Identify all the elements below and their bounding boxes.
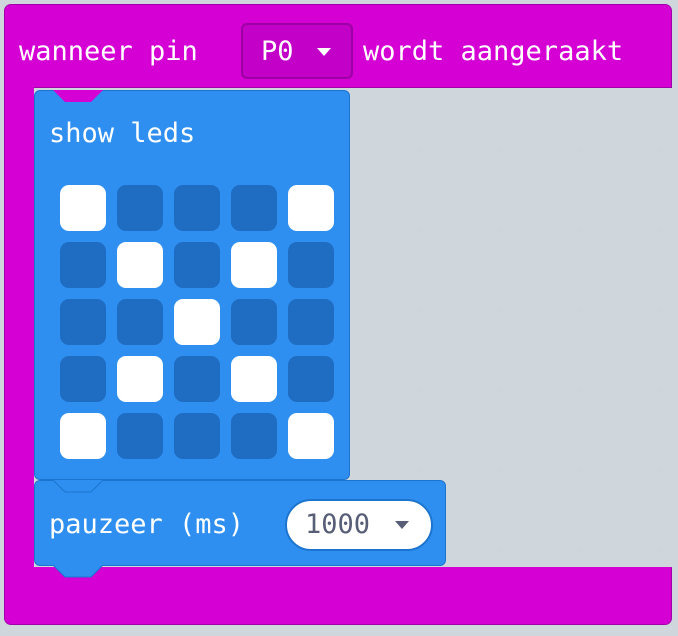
show-leds-title: show leds <box>49 118 196 149</box>
grid-plus-mark <box>655 225 666 236</box>
grid-plus-mark <box>415 145 426 156</box>
led-cell-3-2[interactable] <box>174 356 220 402</box>
led-cell-2-0[interactable] <box>60 299 106 345</box>
grid-plus-mark <box>415 465 426 476</box>
grid-plus-mark <box>415 225 426 236</box>
grid-plus-mark <box>655 385 666 396</box>
led-cell-0-2[interactable] <box>174 185 220 231</box>
led-cell-2-1[interactable] <box>117 299 163 345</box>
led-cell-2-2[interactable] <box>174 299 220 345</box>
led-cell-4-0[interactable] <box>60 413 106 459</box>
led-cell-0-4[interactable] <box>288 185 334 231</box>
grid-plus-mark <box>575 145 586 156</box>
event-block-footer <box>4 567 672 625</box>
block-notch-bottom <box>53 565 103 578</box>
led-cell-3-1[interactable] <box>117 356 163 402</box>
led-cell-3-4[interactable] <box>288 356 334 402</box>
led-cell-2-4[interactable] <box>288 299 334 345</box>
grid-plus-mark <box>495 465 506 476</box>
event-block-arm <box>4 87 34 569</box>
led-cell-4-2[interactable] <box>174 413 220 459</box>
block-notch-top <box>53 90 103 102</box>
grid-plus-mark <box>495 145 506 156</box>
block-notch-top <box>53 480 103 493</box>
led-cell-0-1[interactable] <box>117 185 163 231</box>
led-cell-3-0[interactable] <box>60 356 106 402</box>
grid-plus-mark <box>575 385 586 396</box>
grid-plus-mark <box>415 385 426 396</box>
led-cell-0-3[interactable] <box>231 185 277 231</box>
grid-plus-mark <box>575 305 586 316</box>
led-matrix[interactable] <box>60 185 334 459</box>
event-prefix-label: wanneer pin <box>19 36 198 67</box>
grid-plus-mark <box>495 385 506 396</box>
grid-plus-mark <box>415 305 426 316</box>
event-suffix-label: wordt aangeraakt <box>363 36 624 67</box>
grid-plus-mark <box>655 305 666 316</box>
grid-plus-mark <box>575 465 586 476</box>
led-cell-2-3[interactable] <box>231 299 277 345</box>
grid-plus-mark <box>495 545 506 556</box>
show-leds-block[interactable]: show leds <box>34 90 350 480</box>
grid-plus-mark <box>495 305 506 316</box>
grid-plus-mark <box>655 465 666 476</box>
pause-label: pauzeer (ms) <box>49 509 245 540</box>
led-cell-1-4[interactable] <box>288 242 334 288</box>
led-cell-3-3[interactable] <box>231 356 277 402</box>
grid-plus-mark <box>495 225 506 236</box>
led-cell-1-3[interactable] <box>231 242 277 288</box>
pin-dropdown[interactable]: P0 <box>241 23 353 79</box>
pause-duration-dropdown[interactable]: 1000 <box>285 499 433 551</box>
led-cell-1-0[interactable] <box>60 242 106 288</box>
chevron-down-icon <box>395 521 409 529</box>
led-cell-1-2[interactable] <box>174 242 220 288</box>
led-cell-4-3[interactable] <box>231 413 277 459</box>
event-block-header[interactable]: wanneer pin P0 wordt aangeraakt <box>4 4 672 88</box>
led-cell-1-1[interactable] <box>117 242 163 288</box>
led-cell-4-1[interactable] <box>117 413 163 459</box>
chevron-down-icon <box>317 48 331 56</box>
pause-block[interactable]: pauzeer (ms) 1000 <box>34 480 446 578</box>
grid-plus-mark <box>575 225 586 236</box>
grid-plus-mark <box>655 145 666 156</box>
grid-plus-mark <box>575 545 586 556</box>
led-cell-4-4[interactable] <box>288 413 334 459</box>
grid-plus-mark <box>655 545 666 556</box>
workspace-canvas[interactable]: wanneer pin P0 wordt aangeraakt show led… <box>0 0 678 636</box>
led-cell-0-0[interactable] <box>60 185 106 231</box>
pause-duration-value: 1000 <box>305 509 371 540</box>
pin-dropdown-value: P0 <box>261 36 294 67</box>
